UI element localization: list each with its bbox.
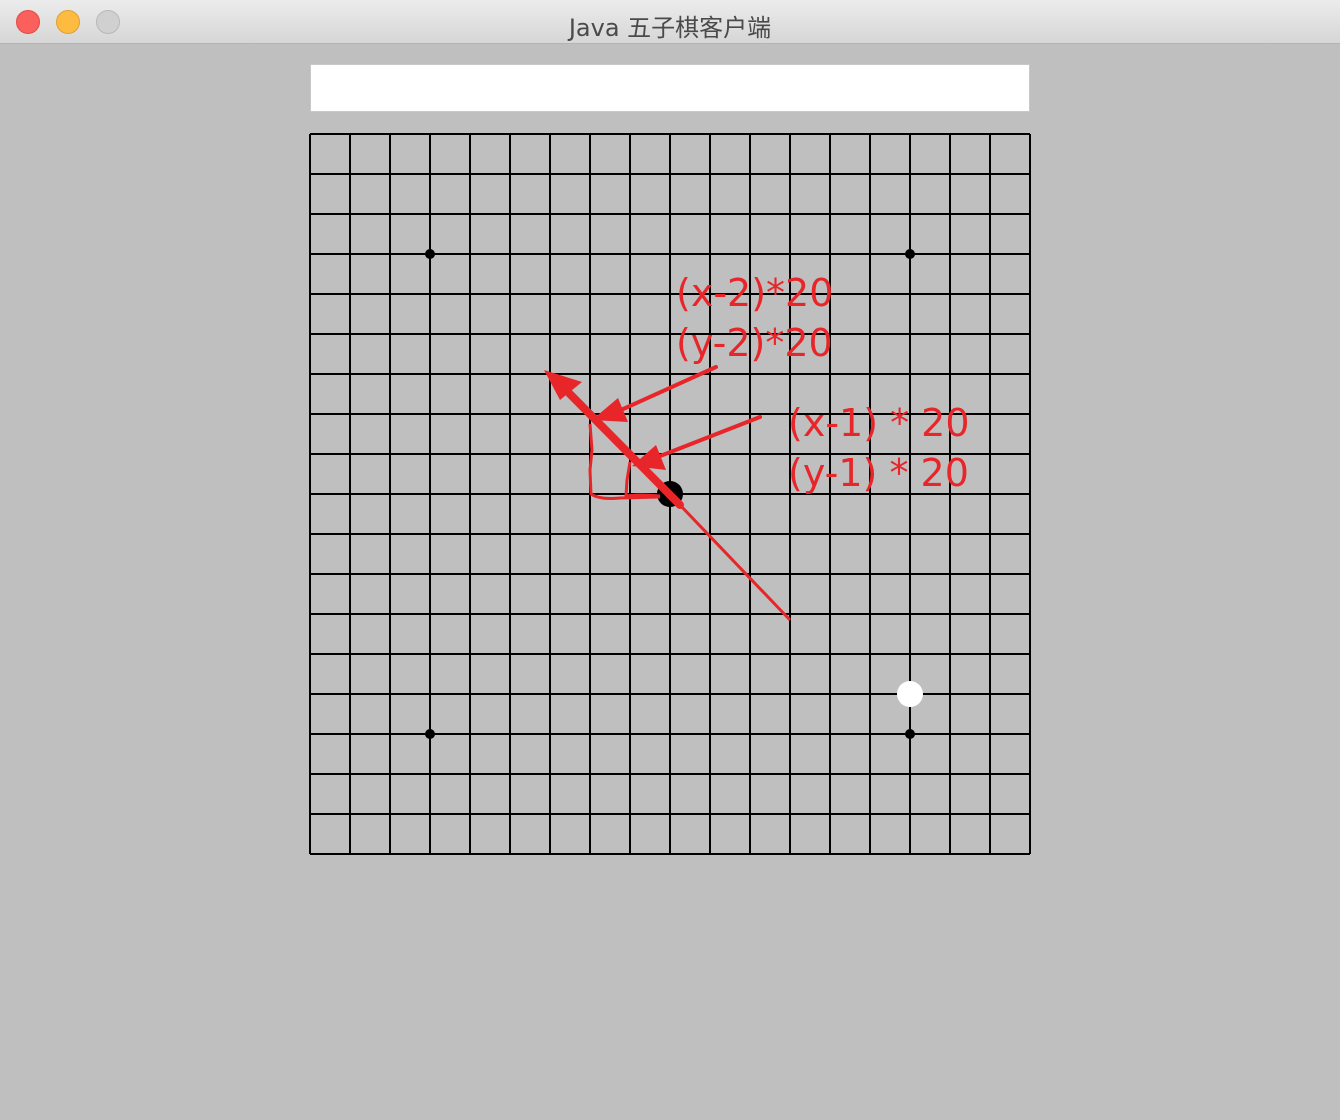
star-point bbox=[905, 249, 915, 259]
annotation-label-x-minus-2: (x-2)*20 bbox=[676, 271, 833, 315]
annotation-label-x-minus-1: (x-1) * 20 bbox=[788, 401, 970, 445]
gomoku-board[interactable]: (x-2)*20 (y-2)*20 (x-1) * 20 (y-1) * 20 bbox=[0, 0, 1340, 1120]
star-point bbox=[425, 249, 435, 259]
diagonal-arrow-tail bbox=[678, 503, 792, 622]
white-stone bbox=[897, 681, 923, 707]
annotation-overlay: (x-2)*20 (y-2)*20 (x-1) * 20 (y-1) * 20 bbox=[544, 271, 970, 622]
pointer-arrow-1-head bbox=[592, 398, 628, 422]
star-point bbox=[425, 729, 435, 739]
app-window: Java 五子棋客户端 (x-2)*20 (y-2)*20 (x-1) * 20… bbox=[0, 0, 1340, 1120]
annotation-label-y-minus-1: (y-1) * 20 bbox=[788, 451, 969, 495]
annotation-label-y-minus-2: (y-2)*20 bbox=[676, 321, 833, 365]
diagonal-arrow-shaft bbox=[556, 380, 684, 509]
star-point bbox=[905, 729, 915, 739]
